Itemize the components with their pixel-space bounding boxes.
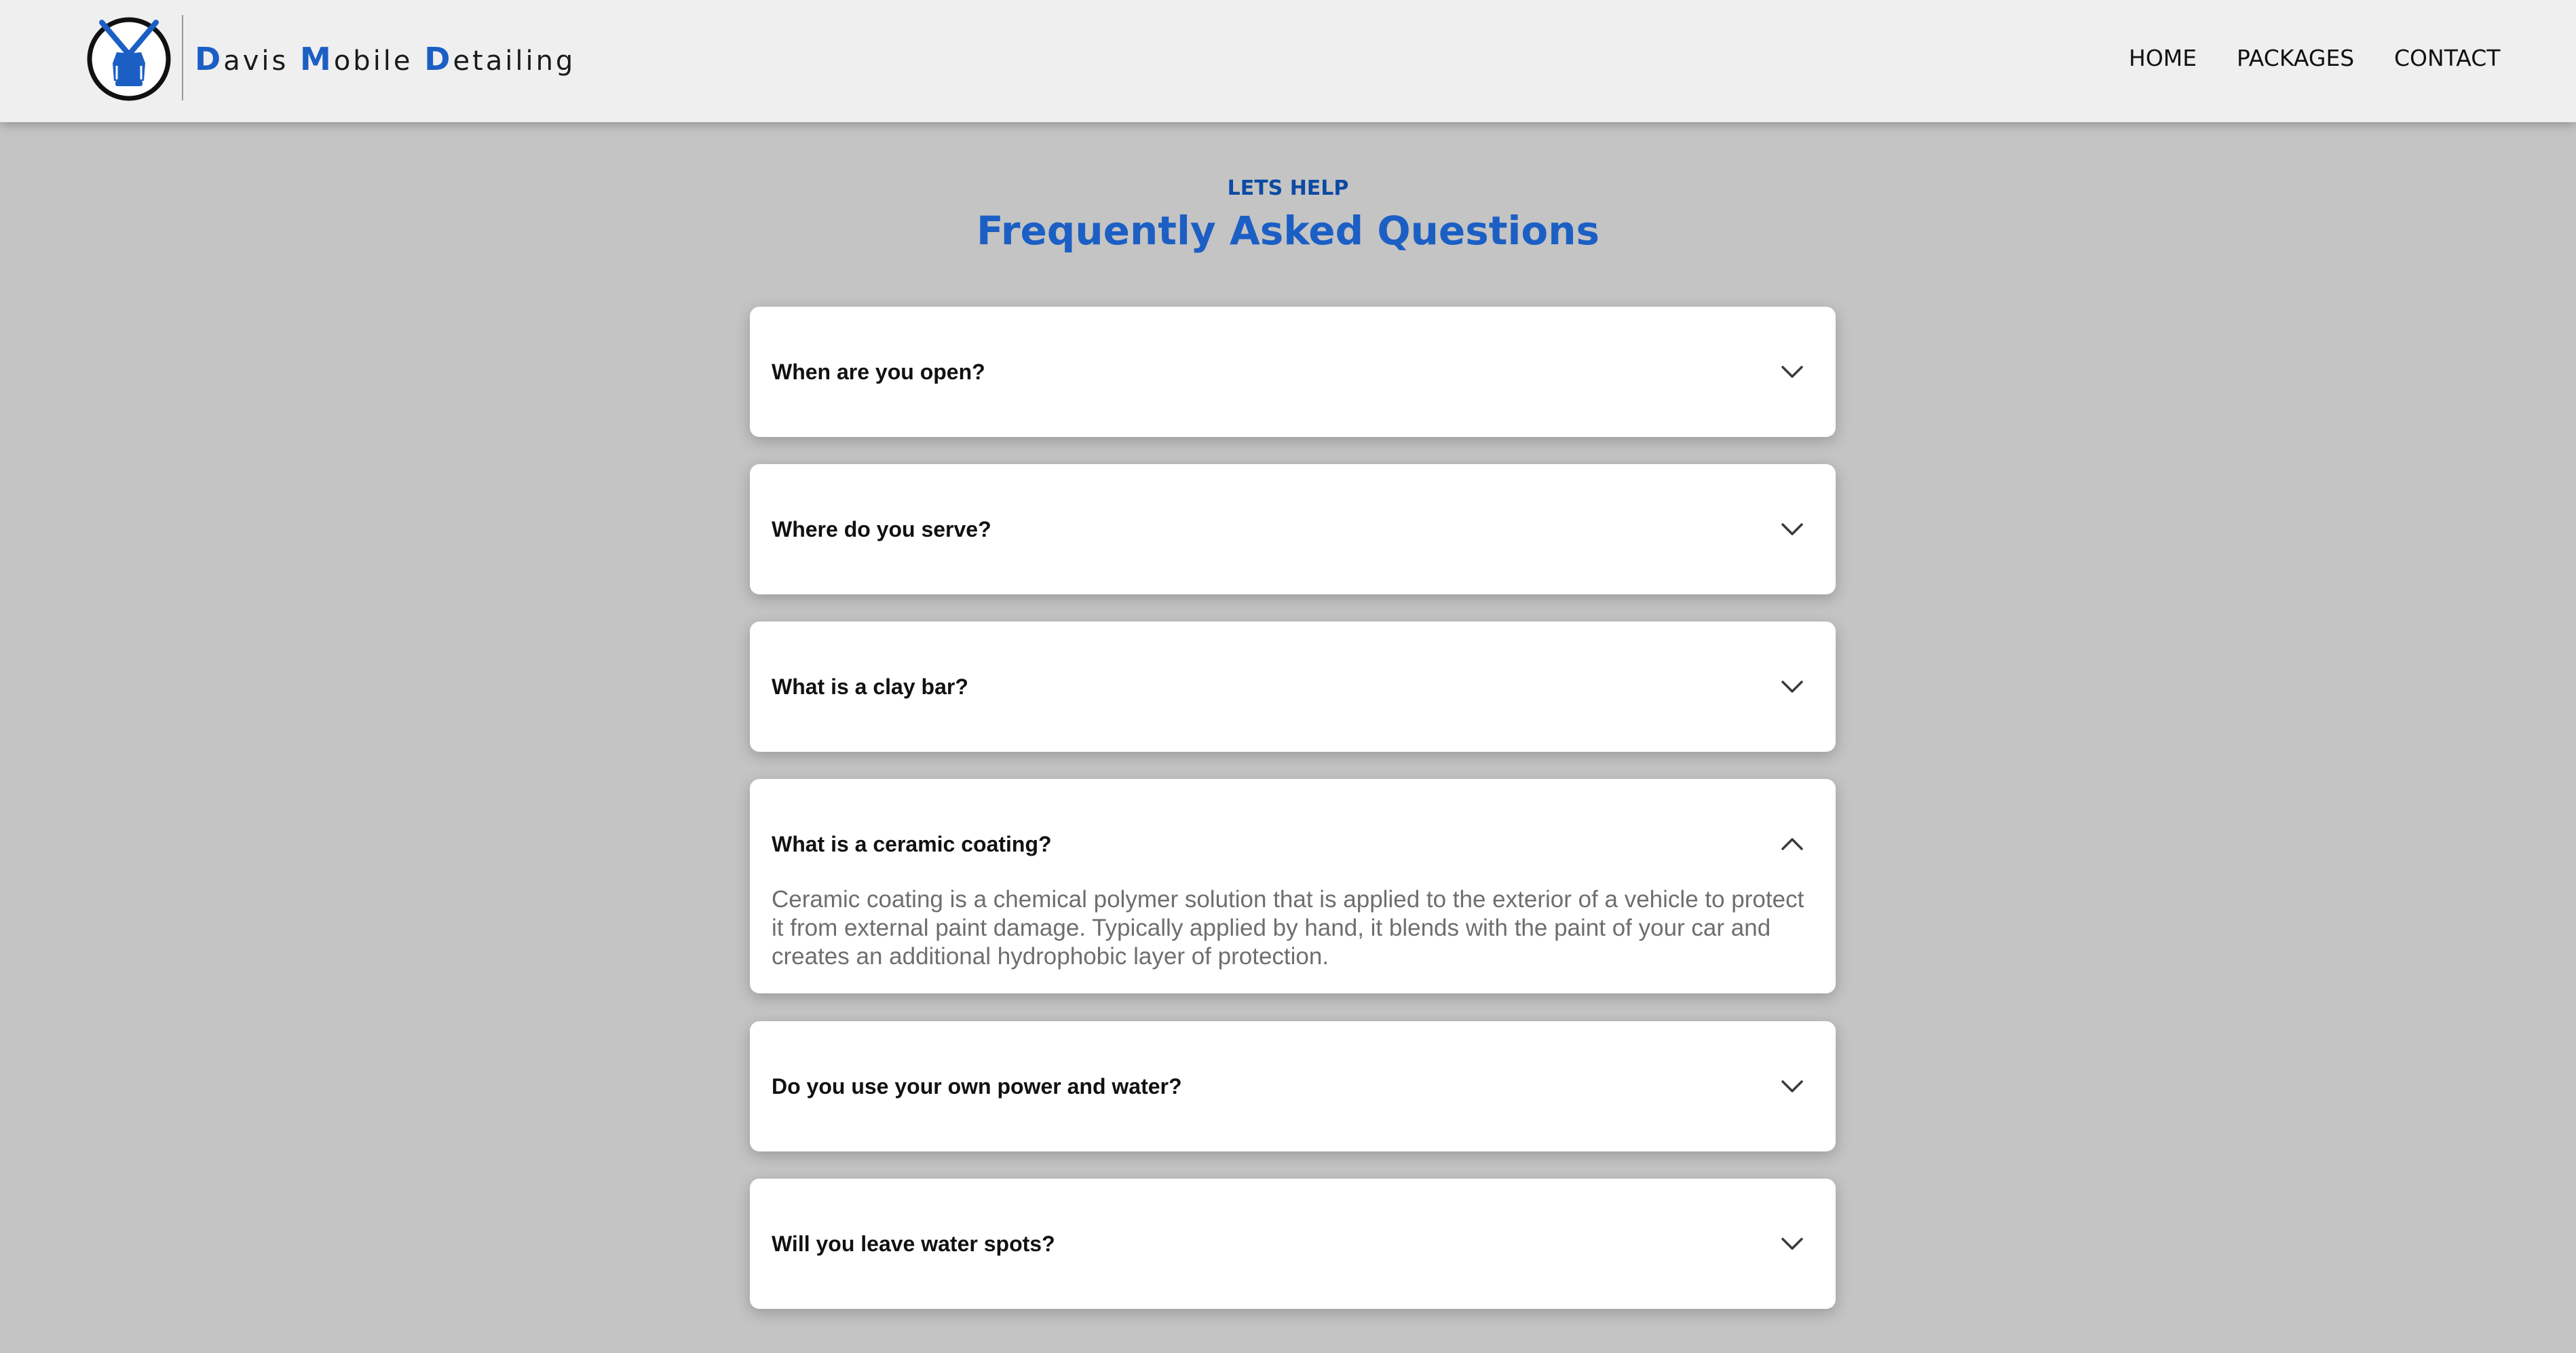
brand-text: etailing	[453, 45, 576, 77]
logo-icon[interactable]	[86, 16, 172, 102]
chevron-down-icon[interactable]	[1779, 673, 1806, 700]
faq-item[interactable]: Will you leave water spots?	[750, 1179, 1836, 1309]
chevron-down-icon[interactable]	[1779, 358, 1806, 385]
faq-question: Where do you serve?	[772, 517, 991, 541]
nav-contact[interactable]: CONTACT	[2394, 43, 2501, 73]
nav-packages[interactable]: PACKAGES	[2237, 43, 2354, 73]
brand-initial: D	[424, 41, 453, 77]
faq-question: What is a ceramic coating?	[772, 832, 1052, 856]
faq-answer: Ceramic coating is a chemical polymer so…	[772, 886, 1804, 970]
chevron-up-icon[interactable]	[1779, 831, 1806, 858]
chevron-down-icon[interactable]	[1779, 516, 1806, 543]
faq-question: What is a clay bar?	[772, 674, 968, 699]
brand-initial: M	[300, 41, 334, 77]
faq-item[interactable]: When are you open?	[750, 307, 1836, 437]
section-eyebrow: LETS HELP	[1227, 176, 1349, 200]
faq-question: Will you leave water spots?	[772, 1232, 1055, 1256]
chevron-down-icon[interactable]	[1779, 1230, 1806, 1257]
faq-item[interactable]: What is a clay bar?	[750, 622, 1836, 752]
page-title: Frequently Asked Questions	[976, 208, 1600, 254]
faq-question: Do you use your own power and water?	[772, 1074, 1182, 1099]
logo-divider	[182, 15, 183, 100]
brand-name[interactable]: Davis Mobile Detailing	[195, 39, 575, 79]
brand-text: avis	[223, 45, 301, 77]
faq-item-expanded[interactable]: What is a ceramic coating? Ceramic coati…	[750, 779, 1836, 993]
chevron-down-icon[interactable]	[1779, 1073, 1806, 1100]
brand-initial: D	[195, 41, 224, 77]
site-header: Davis Mobile Detailing HOME PACKAGES CON…	[0, 0, 2576, 122]
faq-question: When are you open?	[772, 360, 985, 384]
nav-home[interactable]: HOME	[2129, 43, 2197, 73]
faq-item[interactable]: Do you use your own power and water?	[750, 1021, 1836, 1151]
brand-text: obile	[333, 45, 425, 77]
faq-item[interactable]: Where do you serve?	[750, 464, 1836, 594]
